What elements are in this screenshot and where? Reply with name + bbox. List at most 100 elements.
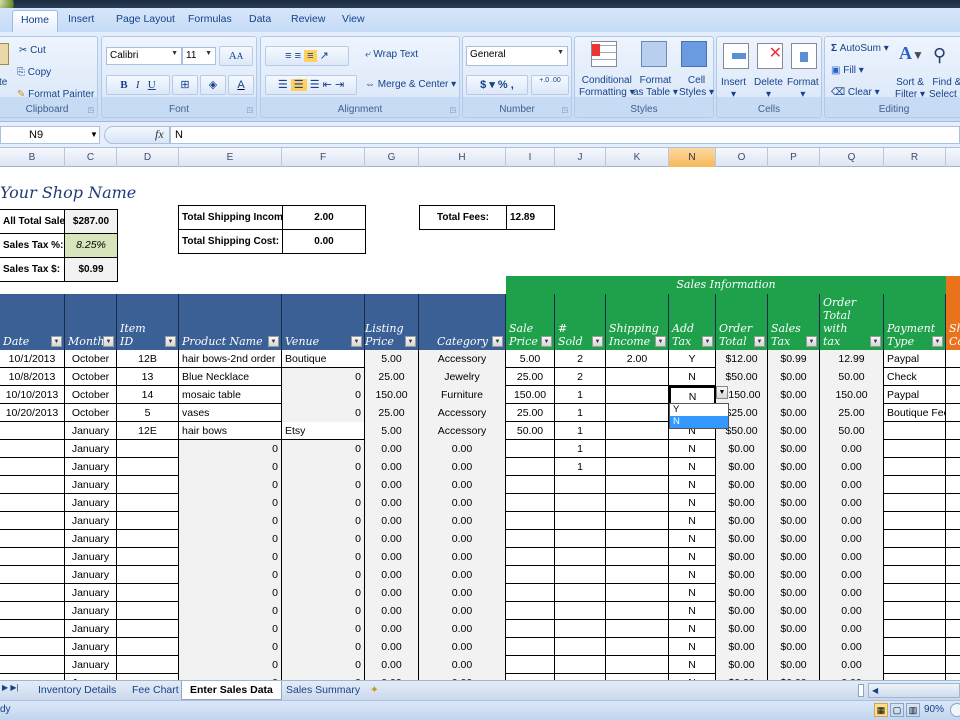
cell-sales-tax[interactable]: $0.00: [768, 440, 820, 458]
cell-order-total-with-tax[interactable]: 0.00: [820, 602, 884, 620]
cell-venue[interactable]: 0: [282, 476, 365, 494]
fill-color-button[interactable]: ◈: [200, 75, 226, 95]
cell-category[interactable]: 0.00: [419, 476, 506, 494]
cell-sales-tax[interactable]: $0.00: [768, 566, 820, 584]
currency-button[interactable]: $: [480, 79, 486, 91]
cell-order-total[interactable]: $0.00: [716, 602, 768, 620]
cell-add-tax[interactable]: N: [669, 512, 716, 530]
cell-sales-tax[interactable]: $0.00: [768, 494, 820, 512]
cell-sale-price[interactable]: [506, 476, 555, 494]
cell-product-name[interactable]: 0: [179, 602, 282, 620]
cell-payment-type[interactable]: [884, 548, 946, 566]
cell-order-total[interactable]: $0.00: [716, 512, 768, 530]
cell-order-total[interactable]: $0.00: [716, 476, 768, 494]
cell-product-name[interactable]: 0: [179, 656, 282, 674]
cell-category[interactable]: Furniture: [419, 386, 506, 404]
cell-order-total-with-tax[interactable]: 0.00: [820, 620, 884, 638]
cell-order-total[interactable]: $0.00: [716, 566, 768, 584]
cell-listing-price[interactable]: 0.00: [365, 656, 419, 674]
cell-date[interactable]: [0, 512, 65, 530]
cell-sh-co[interactable]: [946, 656, 960, 674]
cell-listing-price[interactable]: 0.00: [365, 602, 419, 620]
cell-item-id[interactable]: [117, 602, 179, 620]
cell-product-name[interactable]: Blue Necklace: [179, 368, 282, 386]
align-bottom-icon[interactable]: ≡: [304, 50, 317, 62]
cell-shipping-income[interactable]: 2.00: [606, 350, 669, 368]
cell-sh-co[interactable]: [946, 548, 960, 566]
bold-button[interactable]: B: [120, 79, 127, 91]
cell-item-id[interactable]: [117, 548, 179, 566]
cell-item-id[interactable]: [117, 512, 179, 530]
cell-order-total-with-tax[interactable]: 150.00: [820, 386, 884, 404]
filter-dropdown-icon[interactable]: ▼: [405, 336, 416, 347]
column-header-s[interactable]: [946, 148, 960, 167]
cell-sale-price[interactable]: [506, 656, 555, 674]
cell-venue[interactable]: 0: [282, 584, 365, 602]
filter-dropdown-icon[interactable]: ▼: [165, 336, 176, 347]
cell-listing-price[interactable]: 0.00: [365, 512, 419, 530]
cell-month[interactable]: January: [65, 476, 117, 494]
cell-sh-co[interactable]: [946, 440, 960, 458]
cell-sh-co[interactable]: [946, 512, 960, 530]
cell-month[interactable]: October: [65, 350, 117, 368]
borders-button[interactable]: ⊞: [172, 75, 198, 95]
italic-button[interactable]: I: [136, 79, 140, 91]
cell-category[interactable]: 0.00: [419, 458, 506, 476]
cell-shipping-income[interactable]: [606, 440, 669, 458]
cell-category[interactable]: 0.00: [419, 548, 506, 566]
cell-date[interactable]: [0, 584, 65, 602]
cell-listing-price[interactable]: 0.00: [365, 476, 419, 494]
cell-order-total[interactable]: $0.00: [716, 494, 768, 512]
cell-sales-tax[interactable]: $0.99: [768, 350, 820, 368]
cell-product-name[interactable]: 0: [179, 584, 282, 602]
cell-listing-price[interactable]: 25.00: [365, 404, 419, 422]
sort-filter-button[interactable]: Sort & Filter ▾: [895, 77, 925, 101]
align-middle-icon[interactable]: ≡: [295, 50, 301, 62]
cell-shipping-income[interactable]: [606, 656, 669, 674]
cell-item-id[interactable]: 12E: [117, 422, 179, 440]
percent-button[interactable]: %: [498, 79, 508, 91]
cell-sh-co[interactable]: [946, 458, 960, 476]
cell-shipping-income[interactable]: [606, 548, 669, 566]
cell-month[interactable]: October: [65, 368, 117, 386]
sales-tax-pct-value[interactable]: 8.25%: [64, 233, 118, 258]
cell-listing-price[interactable]: 5.00: [365, 350, 419, 368]
cell-sold[interactable]: [555, 584, 606, 602]
format-painter-button[interactable]: ✎ Format Painter: [17, 89, 94, 100]
cell-order-total-with-tax[interactable]: 0.00: [820, 566, 884, 584]
cell-shipping-income[interactable]: [606, 368, 669, 386]
cell-sold[interactable]: [555, 656, 606, 674]
cell-shipping-income[interactable]: [606, 584, 669, 602]
chevron-down-icon[interactable]: ▼: [90, 130, 98, 139]
cell-listing-price[interactable]: 5.00: [365, 422, 419, 440]
insert-button[interactable]: Insert ▾: [721, 77, 746, 101]
cell-venue[interactable]: 0: [282, 602, 365, 620]
cell-payment-type[interactable]: [884, 584, 946, 602]
cell-product-name[interactable]: 0: [179, 530, 282, 548]
cell-venue[interactable]: 0: [282, 638, 365, 656]
filter-dropdown-icon[interactable]: ▼: [51, 336, 62, 347]
cell-venue[interactable]: 0: [282, 566, 365, 584]
cell-add-tax[interactable]: N: [669, 656, 716, 674]
cell-product-name[interactable]: 0: [179, 458, 282, 476]
increase-decimal-button[interactable]: +.0 .00: [539, 77, 561, 84]
wrap-text-button[interactable]: ⤶ Wrap Text: [365, 49, 418, 60]
cell-item-id[interactable]: [117, 494, 179, 512]
paste-button[interactable]: te: [0, 77, 7, 88]
font-color-button[interactable]: A: [228, 75, 254, 95]
cell-shipping-income[interactable]: [606, 512, 669, 530]
cell-add-tax[interactable]: N: [669, 620, 716, 638]
total-fees-value[interactable]: 12.89: [506, 205, 555, 230]
column-header-p[interactable]: P: [768, 148, 820, 167]
cell-order-total[interactable]: $0.00: [716, 548, 768, 566]
cell-order-total-with-tax[interactable]: 0.00: [820, 476, 884, 494]
cell-category[interactable]: 0.00: [419, 584, 506, 602]
column-header-b[interactable]: B: [0, 148, 65, 167]
tab-view[interactable]: View: [342, 13, 365, 25]
cell-category[interactable]: 0.00: [419, 638, 506, 656]
cell-product-name[interactable]: 0: [179, 638, 282, 656]
filter-dropdown-icon[interactable]: ▼: [541, 336, 552, 347]
cell-shipping-income[interactable]: [606, 602, 669, 620]
cell-month[interactable]: October: [65, 404, 117, 422]
cell-sh-co[interactable]: [946, 530, 960, 548]
